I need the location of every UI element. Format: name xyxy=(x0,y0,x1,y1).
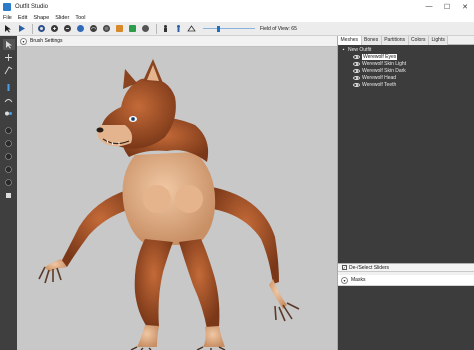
select-all-sliders-checkbox[interactable]: ✓ xyxy=(342,265,347,270)
smooth-brush-icon xyxy=(90,25,97,32)
color-brush-icon xyxy=(116,25,123,32)
collision-brush-icon xyxy=(142,25,149,32)
alpha-tool-icon[interactable] xyxy=(3,138,15,149)
play-arrow-icon xyxy=(19,25,25,32)
menu-bar: File Edit Shape Slider Tool xyxy=(0,13,474,22)
color-brush-button[interactable] xyxy=(114,23,125,34)
alpha-brush-icon xyxy=(129,25,136,32)
maximize-button[interactable]: ☐ xyxy=(438,0,456,13)
undiff-tool-icon[interactable] xyxy=(3,108,15,119)
perspective-icon xyxy=(187,25,196,32)
collapse-chevron-icon[interactable]: ▾ xyxy=(341,276,348,284)
brush-settings-bar[interactable]: ▾ Brush Settings xyxy=(17,36,337,47)
window-title: Outfit Studio xyxy=(15,3,49,10)
tree-item-werewolf-skin-light[interactable]: Werewolf Skin Light xyxy=(338,60,474,67)
title-bar: Outfit Studio — ☐ ✕ xyxy=(0,0,474,13)
fov-label: Field of View: 65 xyxy=(260,25,297,32)
cursor-icon xyxy=(5,25,11,33)
smooth-brush-button[interactable] xyxy=(88,23,99,34)
move-tool-icon[interactable] xyxy=(3,52,15,63)
tab-lights[interactable]: Lights xyxy=(429,36,449,45)
view-side-button[interactable] xyxy=(173,23,184,34)
tab-meshes[interactable]: Meshes xyxy=(338,36,362,45)
minimize-button[interactable]: — xyxy=(420,0,438,13)
panel-tabs: Meshes Bones Partitions Colors Lights xyxy=(338,36,474,45)
main-toolbar: Field of View: 65 xyxy=(0,22,474,36)
eye-icon[interactable] xyxy=(353,54,360,59)
sliders-header-label: De-/Select Sliders xyxy=(349,264,390,271)
alpha-brush-button[interactable] xyxy=(127,23,138,34)
close-button[interactable]: ✕ xyxy=(456,0,474,13)
fov-slider-thumb[interactable] xyxy=(217,25,221,32)
mask-brush-button[interactable] xyxy=(36,23,47,34)
inflate-brush-button[interactable] xyxy=(49,23,60,34)
tree-item-werewolf-skin-dark[interactable]: Werewolf Skin Dark xyxy=(338,67,474,74)
tab-colors[interactable]: Colors xyxy=(408,36,429,45)
menu-shape[interactable]: Shape xyxy=(33,15,49,21)
mesh-label: Werewolf Teeth xyxy=(362,81,397,88)
werewolf-model-render[interactable] xyxy=(17,47,337,350)
person-front-icon xyxy=(164,25,167,32)
person-side-icon xyxy=(177,25,180,32)
tree-item-werewolf-eyes[interactable]: Werewolf Eyes xyxy=(338,53,474,60)
tab-partitions[interactable]: Partitions xyxy=(381,36,409,45)
weight-brush-icon xyxy=(103,25,110,32)
fov-slider-track xyxy=(203,28,255,29)
deflate-brush-button[interactable] xyxy=(62,23,73,34)
smooth-tool-icon[interactable] xyxy=(3,95,15,106)
collision-brush-button[interactable] xyxy=(140,23,151,34)
sliders-list-area[interactable] xyxy=(338,286,474,350)
mesh-label: Werewolf Head xyxy=(362,74,397,81)
mask-brush-icon xyxy=(38,25,45,32)
menu-edit[interactable]: Edit xyxy=(18,15,27,21)
window-controls: — ☐ ✕ xyxy=(420,0,474,13)
tab-bones[interactable]: Bones xyxy=(361,36,382,45)
tree-root-node[interactable]: ▪ New Outfit xyxy=(338,46,474,53)
masks-label: Masks xyxy=(351,277,366,283)
tree-item-werewolf-teeth[interactable]: Werewolf Teeth xyxy=(338,81,474,88)
weight-brush-button[interactable] xyxy=(101,23,112,34)
view-front-button[interactable] xyxy=(160,23,171,34)
eye-icon[interactable] xyxy=(353,61,360,66)
toolbar-separator xyxy=(156,23,157,34)
inflate-brush-icon xyxy=(51,25,58,32)
tree-item-werewolf-head[interactable]: Werewolf Head xyxy=(338,74,474,81)
transform-tool-button[interactable] xyxy=(16,23,27,34)
eye-icon[interactable] xyxy=(353,75,360,80)
menu-tool[interactable]: Tool xyxy=(75,15,85,21)
select-tool-button[interactable] xyxy=(3,23,14,34)
3d-viewport[interactable]: ▾ Brush Settings xyxy=(17,36,337,350)
menu-file[interactable]: File xyxy=(3,15,12,21)
right-panel: Meshes Bones Partitions Colors Lights ▪ … xyxy=(337,36,474,350)
move-brush-button[interactable] xyxy=(75,23,86,34)
toolbar-separator xyxy=(32,23,33,34)
view-perspective-button[interactable] xyxy=(186,23,197,34)
left-tool-strip xyxy=(0,36,17,350)
eye-icon[interactable] xyxy=(353,68,360,73)
mesh-label: Werewolf Skin Dark xyxy=(362,67,406,74)
move-brush-icon xyxy=(77,25,84,32)
mesh-label: Werewolf Skin Light xyxy=(362,60,407,67)
color-tool-icon[interactable] xyxy=(3,125,15,136)
mirror-icon[interactable] xyxy=(3,190,15,201)
masks-row[interactable]: ▾ Masks xyxy=(338,275,474,286)
wireframe-icon[interactable] xyxy=(3,164,15,175)
collapse-chevron-icon[interactable]: ▾ xyxy=(20,37,27,45)
mesh-tree: ▪ New Outfit Werewolf Eyes Werewolf Skin… xyxy=(338,45,474,263)
sphere-view-icon[interactable] xyxy=(3,151,15,162)
light-icon[interactable] xyxy=(3,177,15,188)
menu-slider[interactable]: Slider xyxy=(55,15,69,21)
fov-slider[interactable] xyxy=(203,25,255,32)
deflate-brush-icon xyxy=(64,25,71,32)
brush-settings-label: Brush Settings xyxy=(30,38,63,44)
deselect-sliders-header[interactable]: ✓ De-/Select Sliders xyxy=(338,263,474,272)
deflate-tool-icon[interactable] xyxy=(3,82,15,93)
inflate-tool-icon[interactable] xyxy=(3,65,15,76)
tree-root-label: New Outfit xyxy=(348,46,372,53)
eye-icon[interactable] xyxy=(353,82,360,87)
mesh-label: Werewolf Eyes xyxy=(362,53,398,60)
collapse-minus-icon[interactable]: ▪ xyxy=(341,47,346,53)
select-tool-icon[interactable] xyxy=(2,39,15,50)
app-icon xyxy=(3,2,11,11)
